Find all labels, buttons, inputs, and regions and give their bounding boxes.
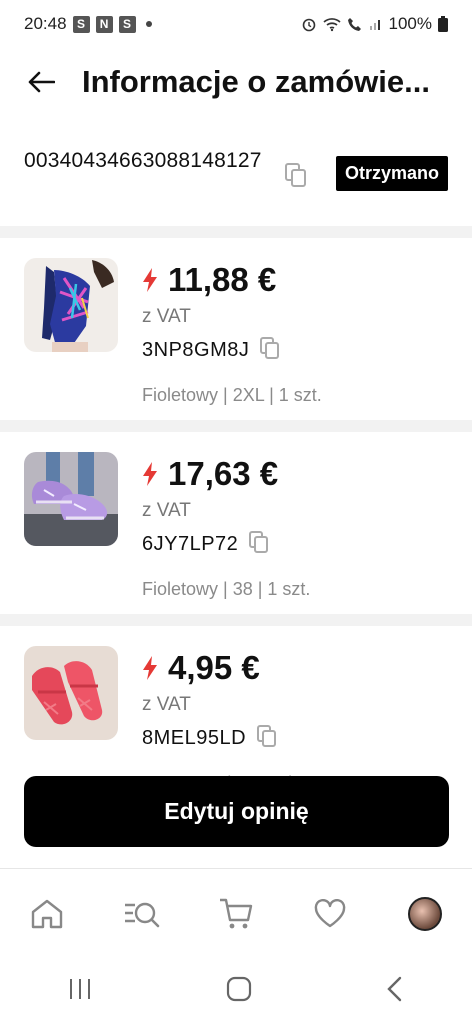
notification-badge-s2: S xyxy=(118,15,136,33)
item-price: 4,95 € xyxy=(168,649,260,686)
copy-sku-button[interactable] xyxy=(248,530,270,559)
item-variant: Fioletowy | 38 | 1 szt. xyxy=(142,579,311,599)
vat-label: z VAT xyxy=(142,500,191,521)
cart-icon xyxy=(219,898,253,928)
flash-deal-icon xyxy=(143,462,157,486)
section-divider xyxy=(0,420,472,432)
nav-cart[interactable] xyxy=(206,884,266,944)
back-button[interactable] xyxy=(24,65,58,99)
status-time: 20:48 xyxy=(24,14,67,33)
wifi-calling-icon xyxy=(347,16,363,32)
order-number: 00340434663088148127 xyxy=(24,149,262,172)
app-header: Informacje o zamówie... xyxy=(0,48,472,116)
item-sku: 3NP8GM8J xyxy=(142,339,250,361)
flash-deal-icon xyxy=(143,656,157,680)
copy-icon xyxy=(257,725,277,747)
battery-icon xyxy=(438,16,448,32)
more-notifications-dot-icon xyxy=(145,21,152,27)
product-image-swimsuit[interactable] xyxy=(24,258,118,352)
nav-home[interactable] xyxy=(17,884,77,944)
flash-deal-icon xyxy=(143,268,157,292)
back-arrow-icon xyxy=(28,71,55,93)
recent-apps-button[interactable] xyxy=(67,977,93,1006)
bottom-navigation xyxy=(0,868,472,958)
alarm-icon xyxy=(301,16,317,32)
product-image-sneakers[interactable] xyxy=(24,452,118,546)
vat-label: z VAT xyxy=(142,306,191,327)
edit-review-button[interactable]: Edytuj opinię xyxy=(24,776,449,847)
copy-sku-button[interactable] xyxy=(259,336,281,365)
copy-order-number-button[interactable] xyxy=(284,162,308,193)
copy-icon xyxy=(249,531,269,553)
home-icon xyxy=(31,899,63,928)
avatar xyxy=(407,896,442,931)
copy-icon xyxy=(260,337,280,359)
nav-profile[interactable] xyxy=(395,884,455,944)
nav-search[interactable] xyxy=(112,884,172,944)
item-price: 17,63 € xyxy=(168,455,279,492)
section-divider xyxy=(0,614,472,626)
section-divider xyxy=(0,226,472,238)
item-sku: 8MEL95LD xyxy=(142,727,247,749)
signal-icon xyxy=(369,17,383,31)
notification-badge-s: S xyxy=(72,15,90,33)
heart-icon xyxy=(315,898,346,927)
copy-icon xyxy=(285,163,306,187)
system-back-button[interactable] xyxy=(385,976,405,1007)
item-sku: 6JY7LP72 xyxy=(142,533,239,555)
system-navigation-bar xyxy=(0,958,472,1024)
notification-badge-n: N xyxy=(95,15,113,33)
product-image-slippers[interactable] xyxy=(24,646,118,740)
order-item[interactable]: 11,88 € z VAT 3NP8GM8J Fioletowy | 2XL |… xyxy=(0,238,472,420)
wifi-icon xyxy=(322,16,341,32)
order-item[interactable]: 17,63 € z VAT 6JY7LP72 Fioletowy | 38 | … xyxy=(0,432,472,614)
home-square-icon xyxy=(226,976,252,1001)
page-title: Informacje o zamówie... xyxy=(82,64,430,99)
chevron-left-icon xyxy=(387,976,402,1001)
order-summary: 00340434663088148127 Otrzymano xyxy=(0,140,472,226)
nav-wishlist[interactable] xyxy=(300,884,360,944)
recent-apps-icon xyxy=(69,978,90,999)
status-bar: 20:48 S N S 100% xyxy=(0,0,472,48)
vat-label: z VAT xyxy=(142,694,191,715)
item-variant: Fioletowy | 2XL | 1 szt. xyxy=(142,385,322,405)
copy-sku-button[interactable] xyxy=(256,724,278,753)
search-icon xyxy=(124,902,159,927)
order-status-badge: Otrzymano xyxy=(335,156,448,191)
item-price: 11,88 € xyxy=(168,261,277,298)
home-system-button[interactable] xyxy=(226,976,252,1007)
battery-percentage: 100% xyxy=(388,14,432,33)
